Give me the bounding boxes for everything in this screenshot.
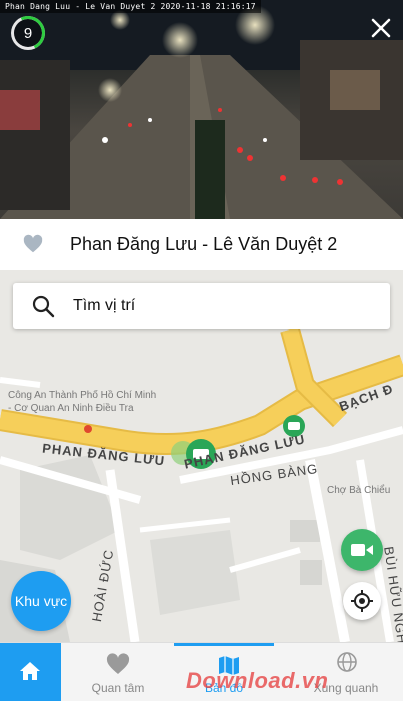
heart-icon: [106, 653, 130, 674]
camera-image: [0, 0, 403, 219]
video-camera-icon: [351, 544, 373, 556]
camera-name: Phan Đăng Lưu - Lê Văn Duyệt 2: [70, 234, 338, 254]
camera-feed: Phan Dang Luu - Le Van Duyet 2 2020-11-1…: [0, 0, 403, 219]
close-button[interactable]: [367, 14, 395, 42]
tab-favorites[interactable]: Quan tâm: [68, 643, 168, 701]
globe-icon: [337, 652, 357, 672]
poi-market-label: Chợ Bà Chiểu: [327, 485, 391, 496]
search-input[interactable]: Tìm vị trí: [13, 283, 390, 329]
poi-police-label: Công An Thành Phố Hồ Chí Minh: [8, 390, 157, 401]
search-icon: [32, 295, 55, 318]
video-button[interactable]: [341, 529, 383, 571]
watermark-logo: Download.vn: [186, 668, 329, 693]
home-icon: [20, 662, 40, 680]
refresh-countdown: 9: [11, 16, 45, 50]
crosshair-icon: [351, 590, 373, 612]
search-placeholder: Tìm vị trí: [73, 297, 136, 314]
tab-home[interactable]: [0, 643, 61, 701]
camera-title-bar: Phan Đăng Lưu - Lê Văn Duyệt 2: [0, 219, 403, 270]
tab-favorites-label: Quan tâm: [91, 681, 145, 695]
heart-icon[interactable]: [22, 233, 44, 255]
poi-police-label-2: - Cơ Quan An Ninh Điều Tra: [8, 403, 134, 414]
area-button[interactable]: Khu vực: [11, 571, 71, 631]
my-location-button[interactable]: [343, 582, 381, 620]
close-icon: [371, 18, 391, 38]
camera-timestamp: Phan Dang Luu - Le Van Duyet 2 2020-11-1…: [0, 0, 261, 13]
